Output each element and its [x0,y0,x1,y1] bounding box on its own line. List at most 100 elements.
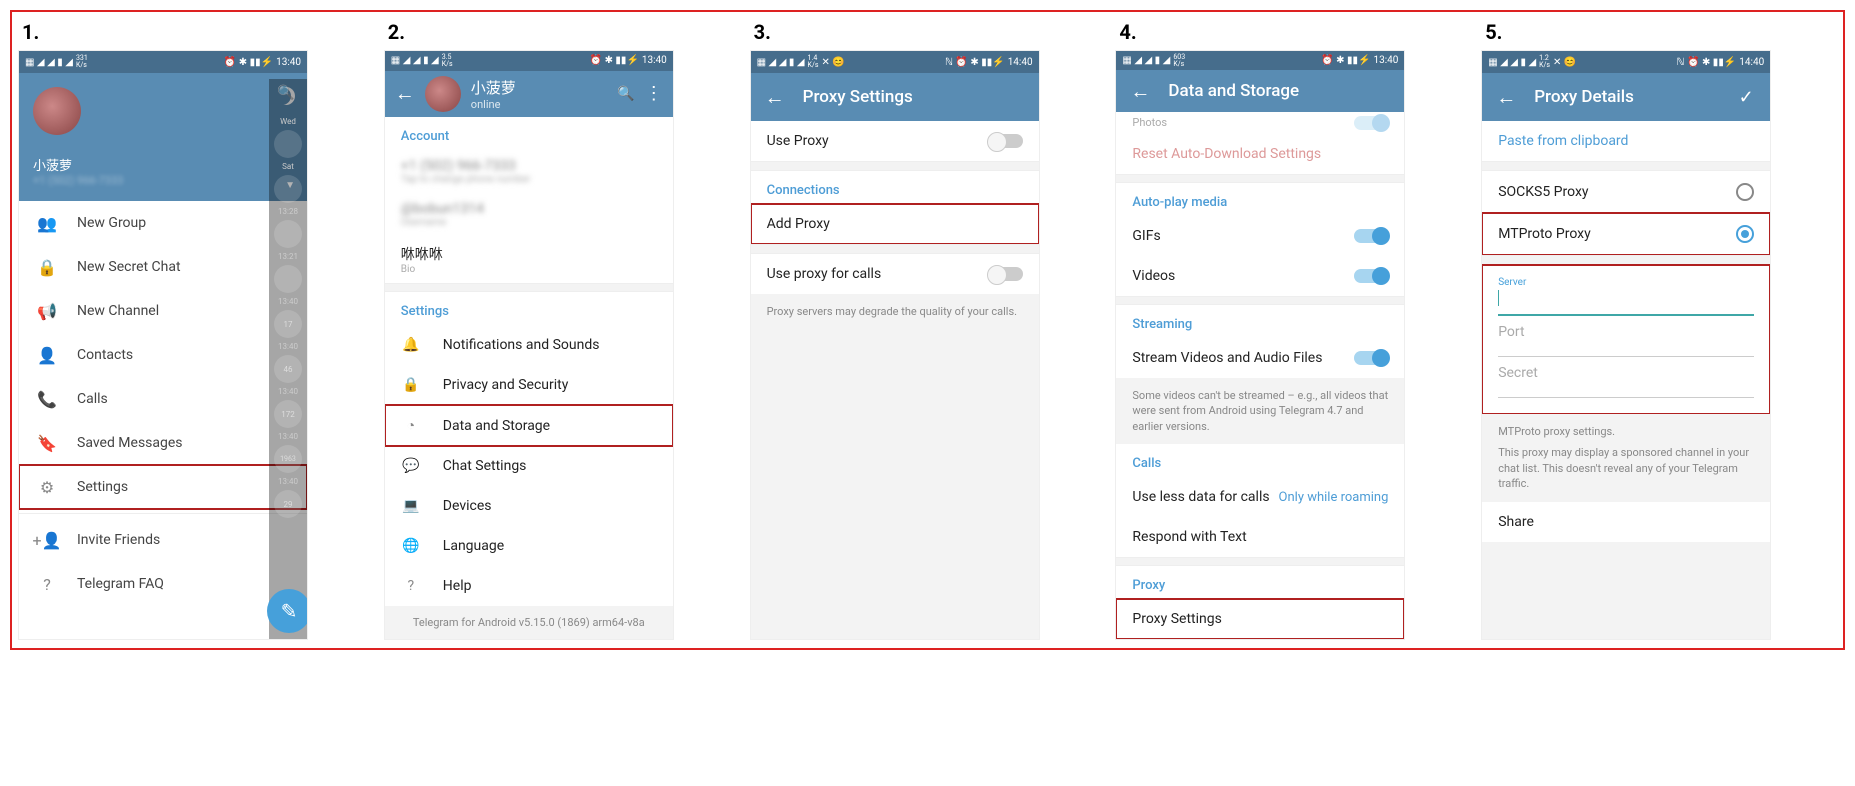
account-bio[interactable]: 咻咻咻 Bio [385,236,673,283]
radio-mtproto[interactable] [1736,225,1754,243]
toggle-proxy-calls[interactable] [989,267,1023,281]
megaphone-icon: 📢 [37,301,57,321]
divider [19,513,307,514]
status-bar: ▦ ◢ ◢ ▮ ◢ 603K/s ⏰ ✱ ▮▮⚡ 13:40 [1116,51,1404,70]
appbar: Proxy Settings [751,73,1039,121]
menu-new-group[interactable]: 👥New Group [19,201,307,245]
pref-photos[interactable]: Photos [1116,112,1404,134]
pref-proxy-calls[interactable]: Use proxy for calls [751,254,1039,294]
divider [1482,161,1770,171]
pref-help[interactable]: ?Help [385,566,673,606]
pref-videos[interactable]: Videos [1116,256,1404,296]
back-icon[interactable] [1128,79,1152,103]
search-icon[interactable] [277,85,299,107]
avatar[interactable] [33,87,81,135]
connections-header: Connections [751,171,1039,204]
server-field[interactable]: Server [1498,273,1754,320]
divider [1116,174,1404,183]
person-icon: 👤 [37,345,57,365]
drawer-username: 小菠萝 [33,155,293,174]
group-icon: 👥 [37,213,57,233]
laptop-icon: 💻 [401,498,421,514]
calls-header: Calls [1116,444,1404,477]
help-icon: ? [37,574,57,594]
chat-list-dimmed: Wed Sat 13:28 13:21 13:4017 13:4046 13:4… [269,79,307,639]
chat-icon: 💬 [401,458,421,474]
version-footer: Telegram for Android v5.15.0 (1869) arm6… [385,606,673,639]
pref-gifs[interactable]: GIFs [1116,216,1404,256]
secret-field[interactable]: Secret [1498,361,1754,402]
pref-proxy-settings[interactable]: Proxy Settings [1116,599,1404,639]
step-1-label: 1. [18,20,374,44]
pref-mtproto[interactable]: MTProto Proxy [1482,213,1770,255]
appbar: Proxy Details [1482,73,1770,121]
step-4-label: 4. [1115,20,1471,44]
more-icon[interactable] [645,83,663,104]
phone-2: ▦ ◢ ◢ ▮ ◢ 3.5K/s ⏰ ✱ ▮▮⚡ 13:40 小菠萝 onlin… [384,50,674,640]
menu-faq[interactable]: ?Telegram FAQ [19,562,307,606]
avatar[interactable] [425,76,461,112]
pref-paste-clipboard[interactable]: Paste from clipboard [1482,121,1770,161]
menu-invite[interactable]: +👤Invite Friends [19,518,307,562]
menu-settings[interactable]: ⚙Settings [19,465,307,509]
menu-new-secret[interactable]: 🔒New Secret Chat [19,245,307,289]
account-phone[interactable]: +1 (502) 966-7333 Tap to change phone nu… [385,150,673,193]
profile-name: 小菠萝 [471,77,608,98]
appbar: Data and Storage [1116,70,1404,112]
pref-data-storage[interactable]: ◔Data and Storage [385,405,673,446]
pref-devices[interactable]: 💻Devices [385,486,673,526]
step-3-label: 3. [750,20,1106,44]
pref-privacy[interactable]: 🔒Privacy and Security [385,365,673,405]
search-icon[interactable] [617,86,634,102]
radio-socks5[interactable] [1736,183,1754,201]
appbar-title: Data and Storage [1168,81,1392,101]
phone-3: ▦ ◢ ◢ ▮ ◢ 1.4K/s ✕ 😊 ℕ ⏰ ✱ ▮▮⚡ 14:40 Pro… [750,50,1040,640]
phone-icon: 📞 [37,389,57,409]
pref-reset-autodownload[interactable]: Reset Auto-Download Settings [1116,134,1404,174]
pref-stream[interactable]: Stream Videos and Audio Files [1116,338,1404,378]
pref-respond-text[interactable]: Respond with Text [1116,517,1404,557]
pref-use-proxy[interactable]: Use Proxy [751,121,1039,161]
toggle-gifs[interactable] [1354,229,1388,243]
drawer-phone: +1 (502) 966-7333 [33,174,293,187]
pref-socks5[interactable]: SOCKS5 Proxy [1482,171,1770,213]
toggle-stream[interactable] [1354,351,1388,365]
toggle-photos[interactable] [1354,116,1388,130]
back-icon[interactable] [763,85,787,109]
stream-note: Some videos can't be streamed – e.g., al… [1116,378,1404,444]
pref-less-data[interactable]: Use less data for callsOnly while roamin… [1116,477,1404,517]
pref-notifications[interactable]: 🔔Notifications and Sounds [385,325,673,365]
streaming-header: Streaming [1116,305,1404,338]
back-icon[interactable] [1494,85,1518,109]
proxy-note: Proxy servers may degrade the quality of… [751,294,1039,639]
status-bar: ▦ ◢ ◢ ▮ ◢ 3.5K/s ⏰ ✱ ▮▮⚡ 13:40 [385,51,673,71]
mtproto-note: MTProto proxy settings. This proxy may d… [1482,414,1770,502]
divider [385,283,673,292]
appbar-title: Proxy Settings [803,87,1027,107]
invite-icon: +👤 [37,530,57,550]
toggle-videos[interactable] [1354,269,1388,283]
menu-calls[interactable]: 📞Calls [19,377,307,421]
menu-new-channel[interactable]: 📢New Channel [19,289,307,333]
back-icon[interactable] [395,81,415,106]
divider [751,244,1039,254]
menu-saved[interactable]: 🔖Saved Messages [19,421,307,465]
pref-add-proxy[interactable]: Add Proxy [751,204,1039,244]
divider [1116,296,1404,305]
port-field[interactable]: Port [1498,320,1754,361]
pref-share[interactable]: Share [1482,502,1770,542]
profile-appbar: 小菠萝 online [385,71,673,117]
pref-chat[interactable]: 💬Chat Settings [385,446,673,486]
step-2-label: 2. [384,20,740,44]
divider [1116,557,1404,566]
confirm-icon[interactable] [1734,85,1758,109]
less-data-value: Only while roaming [1279,490,1389,505]
pref-language[interactable]: 🌐Language [385,526,673,566]
account-username[interactable]: @bobun1314 Username [385,193,673,236]
autoplay-header: Auto-play media [1116,183,1404,216]
compose-fab[interactable]: ✎ [267,589,308,633]
menu-contacts[interactable]: 👤Contacts [19,333,307,377]
step-5-label: 5. [1481,20,1837,44]
data-icon: ◔ [401,417,421,434]
toggle-use-proxy[interactable] [989,134,1023,148]
